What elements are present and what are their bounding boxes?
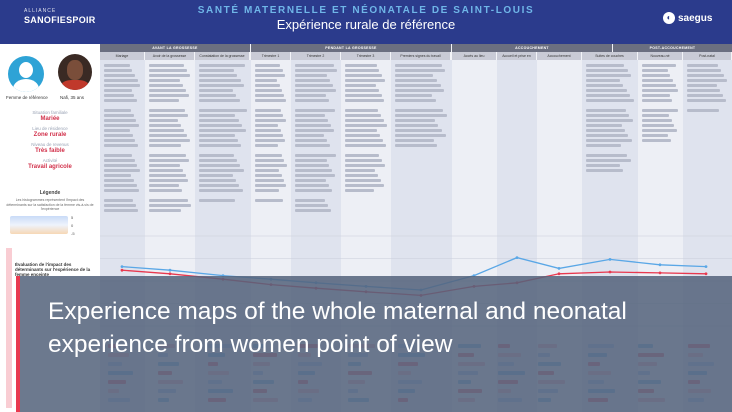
data-point <box>608 270 612 274</box>
data-point <box>658 271 662 275</box>
data-point <box>608 258 612 261</box>
caption-overlay: Experience maps of the whole maternal an… <box>16 276 732 412</box>
data-point <box>557 272 561 276</box>
legend-mid: 0 <box>71 223 74 228</box>
step-header: Nouveau-né <box>638 52 683 60</box>
column-text <box>395 64 448 234</box>
column-text <box>642 64 679 234</box>
legend-text: Les histogrammes représentent l'impact d… <box>6 198 94 211</box>
saegus-text: saegus <box>678 12 713 24</box>
data-point <box>557 267 561 270</box>
saegus-logo: ◐ saegus <box>663 12 712 24</box>
step-header: Trimestre 1 <box>251 52 291 60</box>
side-band <box>6 248 12 408</box>
overlay-caption: Experience maps of the whole maternal an… <box>48 298 627 358</box>
step-header: Accueil et prise en charge <box>497 52 537 66</box>
step-header: Constatation de la grossesse <box>195 52 250 60</box>
step-header: Post-natal <box>683 52 732 60</box>
legend-bottom: -5 <box>71 231 75 236</box>
woman-avatar-icon <box>8 56 44 92</box>
field-label: Niveau de revenus <box>31 142 69 147</box>
column-text <box>295 64 337 234</box>
evaluation-title: Évaluation de l'impact des déterminants … <box>15 262 91 277</box>
data-point <box>168 268 172 272</box>
field-value: Zone rurale <box>33 132 67 138</box>
step-header: Accouchement <box>537 52 582 60</box>
legend-top: 5 <box>71 215 74 220</box>
step-header: Trimestre 2 <box>291 52 341 60</box>
step-header: Avoir de la grossesse <box>145 52 195 60</box>
stage-post-delivery: POST-ACCOUCHEMENT <box>613 44 732 52</box>
saegus-icon: ◐ <box>663 12 675 24</box>
column-text <box>345 64 387 234</box>
legend-gradient <box>10 216 68 234</box>
data-point <box>658 263 662 267</box>
step-header: Trimestre 3 <box>341 52 391 60</box>
step-header: Accès au lieu d'accouchement <box>452 52 497 66</box>
step-header: Suites de couches <box>582 52 638 60</box>
column-text <box>199 64 247 234</box>
field-label: Activité <box>42 158 58 163</box>
page-title: SANTÉ MATERNELLE ET NÉONATALE DE SAINT-L… <box>197 5 535 16</box>
field-value: Travail agricole <box>28 164 72 170</box>
data-point <box>168 272 172 276</box>
column-text <box>149 64 191 234</box>
step-header: Mariage <box>100 52 145 60</box>
field-label: Lieu de résidence <box>32 126 68 131</box>
stage-during-pregnancy: PENDANT LA GROSSESSE <box>251 44 451 52</box>
column-text <box>104 64 141 234</box>
overlay-accent-bar <box>16 276 20 412</box>
field-value: Très faible <box>35 148 65 154</box>
stage-before-pregnancy: AVANT LA GROSSESSE <box>100 44 250 52</box>
column-text <box>586 64 634 234</box>
field-label: Situation familiale <box>32 110 68 115</box>
step-header: Premiers signes du travail <box>391 52 451 60</box>
stage-delivery: ACCOUCHEMENT <box>452 44 612 52</box>
persona-photo <box>58 54 92 90</box>
column-text <box>687 64 728 234</box>
data-point <box>120 268 124 272</box>
data-point <box>704 272 708 276</box>
page-subtitle: Expérience rurale de référence <box>276 17 456 32</box>
data-point <box>704 265 708 268</box>
field-value: Mariée <box>40 116 60 122</box>
avatar-caption: Femme de référence <box>6 95 48 100</box>
column-text <box>255 64 287 234</box>
data-point <box>120 265 124 268</box>
top-header: ALLIANCE SANOFIESPOIR SANTÉ MATERNELLE E… <box>0 0 732 44</box>
data-point <box>515 256 519 259</box>
legend-title: Légende <box>39 190 61 196</box>
persona-caption: Nafi, 35 ans <box>60 95 85 100</box>
